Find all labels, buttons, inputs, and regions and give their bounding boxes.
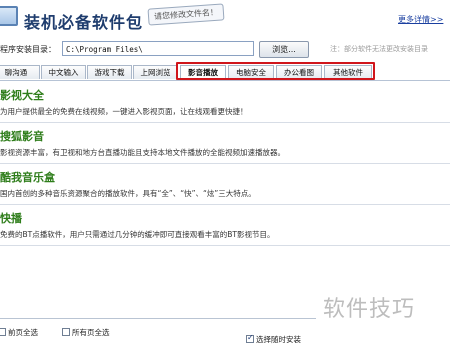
list-item[interactable]: 影视大全 为用户提供最全的免费在线视频，一键进入影视页面，让在线观看更快捷！ — [0, 82, 450, 123]
item-description: 国内首创的多种音乐资源聚合的播放软件，具有“全”、“快”、“炫”三大特点。 — [0, 189, 256, 198]
watermark-text: 软件技巧 — [323, 297, 416, 322]
select-all-pages[interactable]: 所有页全选 — [62, 327, 110, 338]
install-path-input[interactable]: C:\Program Files\ — [62, 41, 254, 56]
item-description: 免费的BT点播软件，用户只需通过几分钟的缓冲即可直接观看丰富的BT影视节目。 — [0, 230, 275, 239]
install-path-label: 程序安装目录： — [0, 45, 56, 54]
install-path-note: 注：部分软件无法更改安装目录 — [330, 45, 428, 53]
select-current-page[interactable]: 前页全选 — [0, 327, 38, 338]
tab-games[interactable]: 游戏下载 — [87, 65, 132, 79]
item-title: 酷我音乐盒 — [0, 171, 55, 184]
checkbox-icon[interactable] — [0, 328, 6, 336]
item-title: 搜狐影音 — [0, 130, 44, 143]
more-details-link[interactable]: 更多详情>> — [398, 14, 443, 25]
app-header: 装机必备软件包 请您修改文件名！ 更多详情>> — [0, 0, 450, 36]
footer-bar: 前页全选 所有页全选 选择随时安装 — [0, 322, 450, 345]
computer-icon — [0, 6, 18, 26]
list-item[interactable]: 酷我音乐盒 国内首创的多种音乐资源聚合的播放软件，具有“全”、“快”、“炫”三大… — [0, 164, 450, 205]
install-path-row: 程序安装目录： C:\Program Files\ 浏览... 注：部分软件无法… — [0, 40, 450, 60]
browse-button[interactable]: 浏览... — [259, 41, 309, 58]
app-title: 装机必备软件包 — [24, 13, 144, 32]
tab-highlight-box — [176, 62, 375, 80]
software-list: 影视大全 为用户提供最全的免费在线视频，一键进入影视页面，让在线观看更快捷！ 搜… — [0, 82, 450, 246]
item-title: 快播 — [0, 212, 22, 225]
list-item[interactable]: 搜狐影音 影视资源丰富，有卫视和地方台直播功能且支持本地文件播放的全能视频加速播… — [0, 123, 450, 164]
footer-divider — [0, 318, 316, 319]
tab-chat[interactable]: 聊沟通 — [0, 65, 40, 79]
checkbox-icon[interactable] — [62, 328, 70, 336]
item-title: 影视大全 — [0, 89, 44, 102]
edit-filename-badge: 请您修改文件名！ — [147, 3, 225, 26]
select-current-page-label: 前页全选 — [8, 328, 38, 337]
select-all-pages-label: 所有页全选 — [72, 328, 110, 337]
list-item[interactable]: 快播 免费的BT点播软件，用户只需通过几分钟的缓冲即可直接观看丰富的BT影视节目… — [0, 205, 450, 246]
item-description: 影视资源丰富，有卫视和地方台直播功能且支持本地文件播放的全能视频加速播放器。 — [0, 148, 285, 157]
tab-input-method[interactable]: 中文输入 — [41, 65, 86, 79]
tab-browsing[interactable]: 上网浏览 — [133, 65, 178, 79]
item-description: 为用户提供最全的免费在线视频，一键进入影视页面，让在线观看更快捷！ — [0, 107, 248, 116]
checkbox-checked-icon[interactable] — [246, 333, 254, 343]
install-option[interactable]: 选择随时安装 — [246, 333, 301, 345]
